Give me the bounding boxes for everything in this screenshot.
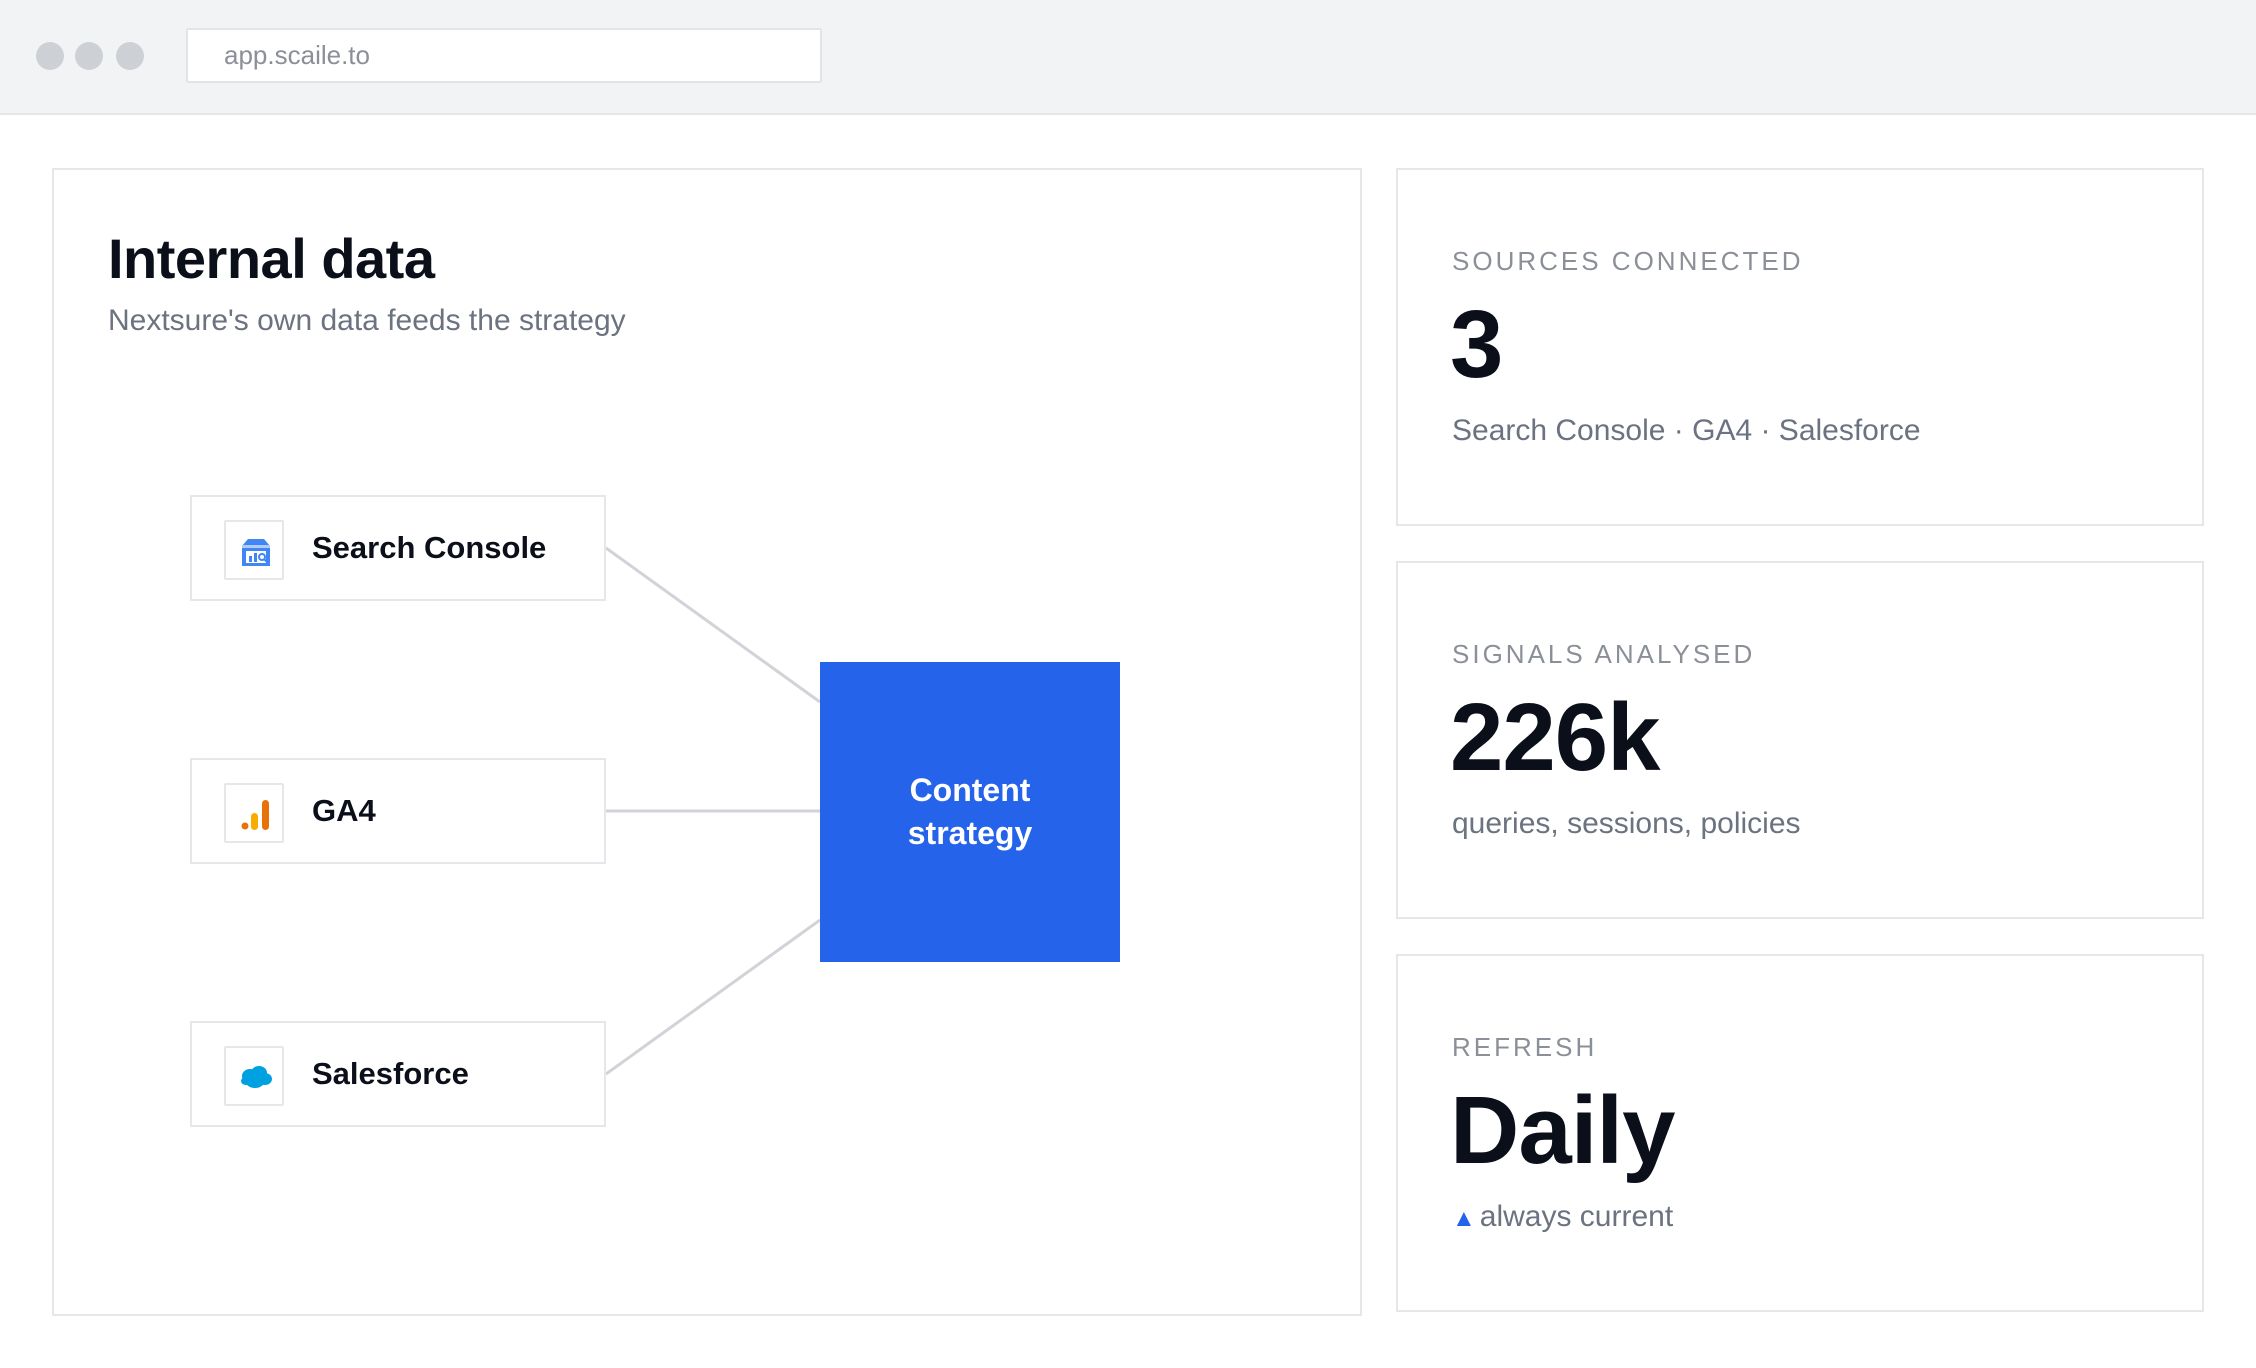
ga4-icon xyxy=(224,783,284,843)
stat-card-refresh: REFRESH Daily ▲ always current xyxy=(1396,954,2204,1312)
stat-value: 3 xyxy=(1450,291,1503,398)
browser-chrome: app.scaile.to xyxy=(0,0,2256,115)
stat-card-signals: SIGNALS ANALYSED 226k queries, sessions,… xyxy=(1396,561,2204,919)
stat-note-text: always current xyxy=(1479,1200,1674,1233)
window-maximize-dot[interactable] xyxy=(116,42,144,70)
stat-note: ▲ always current xyxy=(1452,1200,1673,1234)
stat-label: SIGNALS ANALYSED xyxy=(1452,639,1756,669)
address-bar[interactable]: app.scaile.to xyxy=(186,28,822,83)
window-minimize-dot[interactable] xyxy=(75,42,103,70)
stat-card-sources: SOURCES CONNECTED 3 Search Console · GA4… xyxy=(1396,168,2204,526)
salesforce-icon xyxy=(224,1046,284,1106)
stat-note: queries, sessions, policies xyxy=(1452,807,1801,840)
window-close-dot[interactable] xyxy=(36,42,64,70)
stat-label: REFRESH xyxy=(1452,1032,1598,1062)
stat-note: Search Console · GA4 · Salesforce xyxy=(1452,414,1921,447)
source-card-ga4[interactable]: GA4 xyxy=(190,758,606,864)
stat-value: Daily xyxy=(1450,1077,1675,1184)
source-label: Salesforce xyxy=(312,1056,469,1091)
up-triangle-icon: ▲ xyxy=(1452,1205,1476,1232)
content-strategy-node[interactable]: Content strategy xyxy=(820,662,1120,962)
connector-search-console xyxy=(605,546,821,704)
internal-data-panel: Internal data Nextsure's own data feeds … xyxy=(52,168,1362,1316)
search-console-icon xyxy=(224,520,284,580)
source-label: Search Console xyxy=(312,530,547,565)
source-card-salesforce[interactable]: Salesforce xyxy=(190,1021,606,1127)
source-label: GA4 xyxy=(312,793,376,828)
stat-label: SOURCES CONNECTED xyxy=(1452,246,1804,276)
connector-lines xyxy=(605,546,821,1076)
connector-salesforce xyxy=(605,918,821,1076)
source-card-search-console[interactable]: Search Console xyxy=(190,495,606,601)
stat-value: 226k xyxy=(1450,684,1661,791)
